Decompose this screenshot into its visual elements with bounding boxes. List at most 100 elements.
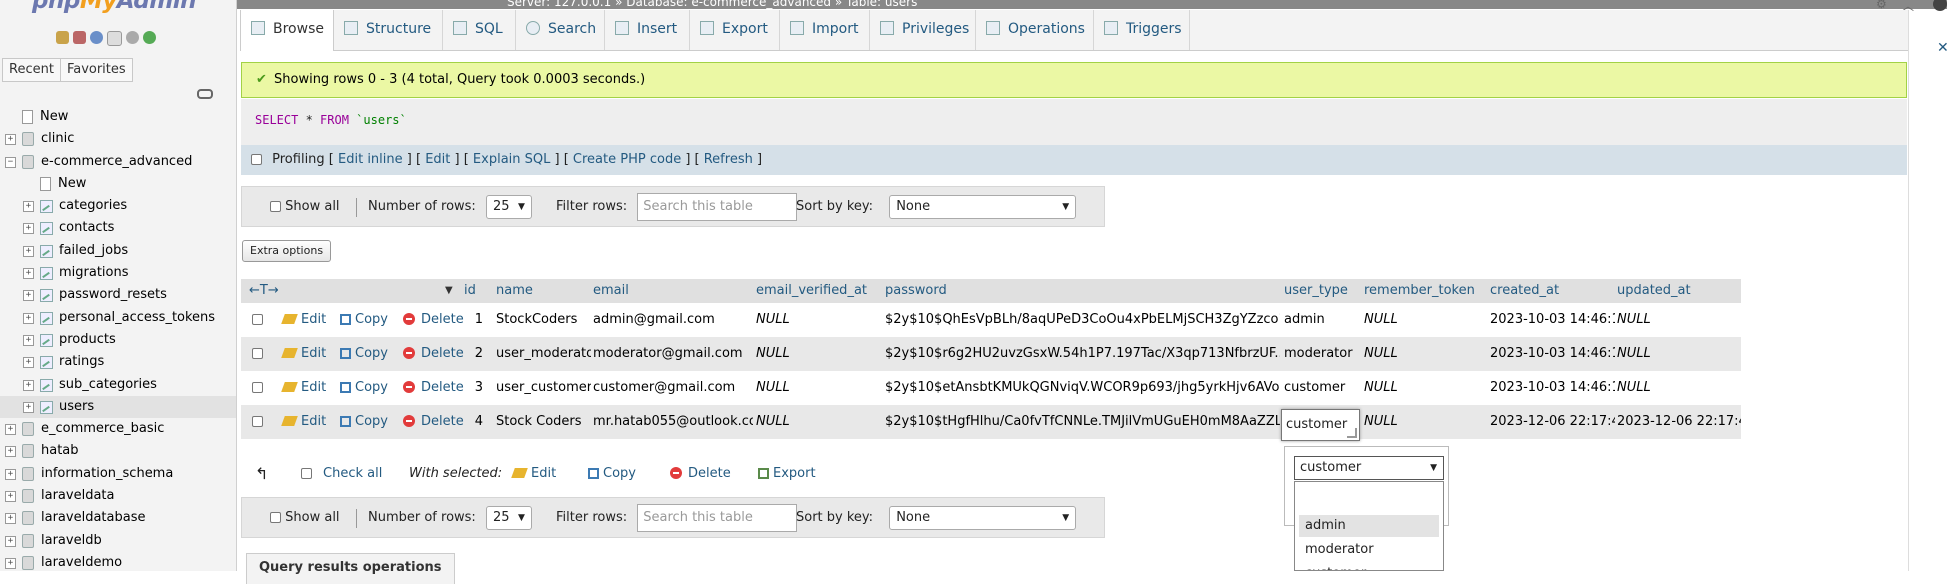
bulk-edit-button[interactable]: Edit — [511, 459, 556, 489]
cell-created-at[interactable]: 2023-10-03 14:46:16 — [1490, 303, 1615, 337]
row-delete-button[interactable]: Delete — [403, 303, 464, 337]
expand-icon[interactable]: + — [5, 535, 16, 547]
cell-email-verified-at[interactable]: NULL — [756, 303, 876, 337]
row-delete-button[interactable]: Delete — [403, 405, 464, 439]
sort-by-key-select[interactable]: None ▼ — [889, 505, 1077, 530]
tab-recent[interactable]: Recent — [2, 58, 61, 82]
cell-user-type[interactable]: customer — [1284, 371, 1362, 405]
cell-created-at[interactable]: 2023-12-06 22:17:47 — [1490, 405, 1615, 439]
expand-icon[interactable]: + — [5, 134, 16, 146]
number-of-rows-select[interactable]: 25 ▼ — [485, 194, 532, 219]
tree-item[interactable]: + personal_access_tokens — [0, 307, 236, 329]
tab-operations[interactable]: Operations — [976, 10, 1094, 50]
cell-id[interactable]: 2 — [469, 337, 483, 371]
option-admin[interactable]: admin — [1299, 515, 1439, 537]
column-header-email[interactable]: email — [593, 279, 629, 303]
cell-remember-token[interactable]: NULL — [1364, 337, 1484, 371]
tree-item[interactable]: + laraveldatabase — [0, 507, 236, 529]
column-header-password[interactable]: password — [885, 279, 947, 303]
expand-icon[interactable]: + — [5, 557, 16, 569]
phpmyadmin-logo[interactable]: phpMyAdmin — [32, 0, 196, 14]
tree-item[interactable]: + migrations — [0, 262, 236, 284]
row-edit-button[interactable]: Edit — [281, 337, 326, 371]
row-checkbox[interactable] — [252, 382, 263, 393]
column-header-updated-at[interactable]: updated_at — [1617, 279, 1691, 303]
home-icon[interactable] — [56, 31, 69, 44]
tree-item[interactable]: + password_resets — [0, 284, 236, 306]
cell-updated-at[interactable]: NULL — [1617, 303, 1741, 337]
breadcrumb[interactable]: Server: 127.0.0.1 » Database: e-commerce… — [507, 0, 917, 9]
row-copy-button[interactable]: Copy — [340, 337, 388, 371]
inline-edit-cell[interactable]: customer — [1281, 409, 1360, 441]
cell-remember-token[interactable]: NULL — [1364, 303, 1484, 337]
collapse-icon[interactable]: − — [5, 156, 16, 168]
tree-item[interactable]: + ratings — [0, 351, 236, 373]
expand-icon[interactable]: + — [23, 379, 34, 391]
cell-user-type[interactable]: moderator — [1284, 337, 1362, 371]
number-of-rows-select[interactable]: 25 ▼ — [485, 505, 532, 530]
tree-item[interactable]: + laraveldemo — [0, 552, 236, 571]
cell-id[interactable]: 4 — [469, 405, 483, 439]
tree-item[interactable]: New — [0, 173, 236, 195]
check-all-link[interactable]: Check all — [323, 459, 382, 489]
expand-icon[interactable]: + — [5, 513, 16, 525]
expand-icon[interactable]: + — [23, 201, 34, 213]
cell-id[interactable]: 3 — [469, 371, 483, 405]
tab-privileges[interactable]: Privileges — [870, 10, 976, 50]
column-header-created-at[interactable]: created_at — [1490, 279, 1559, 303]
tree-item[interactable]: + failed_jobs — [0, 240, 236, 262]
option-moderator[interactable]: moderator — [1299, 539, 1439, 561]
row-checkbox[interactable] — [252, 416, 263, 427]
tree-item[interactable]: New — [0, 106, 236, 128]
refresh-link[interactable]: Refresh — [704, 152, 753, 167]
show-all-checkbox[interactable] — [270, 201, 281, 212]
tab-triggers[interactable]: Triggers — [1094, 10, 1190, 50]
expand-icon[interactable]: + — [5, 424, 16, 436]
tab-search[interactable]: Search — [516, 10, 605, 50]
close-icon[interactable]: ✕ — [1937, 40, 1947, 56]
cell-created-at[interactable]: 2023-10-03 14:46:16 — [1490, 371, 1615, 405]
cell-name[interactable]: user_moderator — [496, 337, 591, 371]
cell-email-verified-at[interactable]: NULL — [756, 337, 876, 371]
tree-item[interactable]: + e_commerce_basic — [0, 418, 236, 440]
row-checkbox[interactable] — [252, 348, 263, 359]
reload-icon[interactable] — [143, 31, 156, 44]
cell-password[interactable]: $2y$10$r6g2HU2uvzGsxW.54h1P7.197Tac/X3qp… — [885, 337, 1280, 371]
expand-icon[interactable]: + — [5, 468, 16, 480]
tab-browse[interactable]: Browse — [240, 10, 334, 51]
tab-favorites[interactable]: Favorites — [59, 58, 133, 82]
cell-email-verified-at[interactable]: NULL — [756, 371, 876, 405]
tree-item[interactable]: + sub_categories — [0, 374, 236, 396]
sort-by-key-select[interactable]: None ▼ — [889, 194, 1077, 219]
cell-email[interactable]: customer@gmail.com — [593, 371, 753, 405]
tree-item[interactable]: + users — [0, 395, 236, 419]
tree-item[interactable]: + contacts — [0, 217, 236, 239]
cell-updated-at[interactable]: 2023-12-06 22:17:47 — [1617, 405, 1741, 439]
tree-item[interactable]: − e-commerce_advanced — [0, 151, 236, 173]
cell-created-at[interactable]: 2023-10-03 14:46:16 — [1490, 337, 1615, 371]
column-resize-arrows-icon[interactable]: ←T→ — [249, 279, 279, 303]
tree-item[interactable]: + information_schema — [0, 463, 236, 485]
column-header-user-type[interactable]: user_type — [1284, 279, 1348, 303]
tree-item[interactable]: + clinic — [0, 128, 236, 150]
row-edit-button[interactable]: Edit — [281, 303, 326, 337]
column-header-remember-token[interactable]: remember_token — [1364, 279, 1475, 303]
row-copy-button[interactable]: Copy — [340, 405, 388, 439]
row-edit-button[interactable]: Edit — [281, 371, 326, 405]
explain-sql-link[interactable]: Explain SQL — [473, 152, 550, 167]
row-copy-button[interactable]: Copy — [340, 303, 388, 337]
expand-icon[interactable]: + — [23, 223, 34, 235]
sort-desc-icon[interactable]: ▼ — [445, 279, 453, 303]
extra-options-button[interactable]: Extra options — [242, 240, 332, 262]
expand-icon[interactable]: + — [5, 446, 16, 458]
tree-item[interactable]: + categories — [0, 195, 236, 217]
row-edit-button[interactable]: Edit — [281, 405, 326, 439]
row-delete-button[interactable]: Delete — [403, 337, 464, 371]
cell-password[interactable]: $2y$10$QhEsVpBLh/8aqUPeD3CoOu4xPbELMjSCH… — [885, 303, 1280, 337]
cell-password[interactable]: $2y$10$etAnsbtKMUkQGNviqV.WCOR9p693/jhg5… — [885, 371, 1280, 405]
docs-icon[interactable] — [107, 31, 122, 46]
expand-icon[interactable]: + — [23, 268, 34, 280]
tree-item[interactable]: + hatab — [0, 440, 236, 462]
cell-name[interactable]: user_customer — [496, 371, 591, 405]
profiling-checkbox[interactable] — [251, 154, 262, 165]
